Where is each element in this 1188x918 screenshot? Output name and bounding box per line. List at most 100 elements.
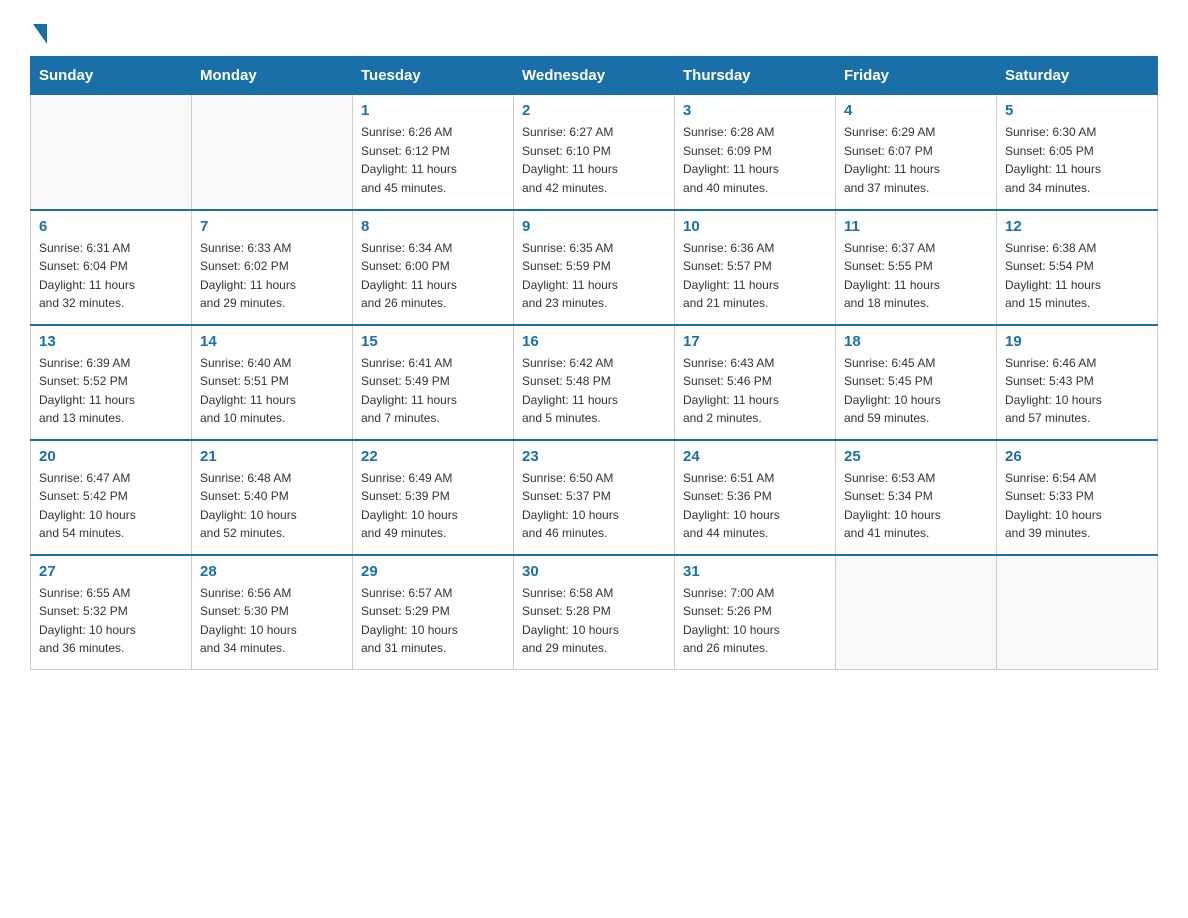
day-number: 30	[522, 563, 666, 580]
calendar-week-row: 6 Sunrise: 6:31 AM Sunset: 6:04 PM Daylig…	[31, 210, 1158, 325]
day-number: 9	[522, 218, 666, 235]
calendar-cell: 11Sunrise: 6:37 AM Sunset: 5:55 PM Dayli…	[836, 210, 997, 325]
day-info: Sunrise: 6:56 AM Sunset: 5:30 PM Dayligh…	[200, 584, 344, 658]
page-header	[30, 20, 1158, 38]
calendar-cell	[997, 555, 1158, 670]
day-number: 27	[39, 563, 183, 580]
day-info: Sunrise: 6:42 AM Sunset: 5:48 PM Dayligh…	[522, 354, 666, 428]
day-info: Sunrise: 6:57 AM Sunset: 5:29 PM Dayligh…	[361, 584, 505, 658]
day-info: Sunrise: 6:45 AM Sunset: 5:45 PM Dayligh…	[844, 354, 988, 428]
calendar-cell: 2Sunrise: 6:27 AM Sunset: 6:10 PM Daylig…	[514, 95, 675, 210]
day-info: Sunrise: 6:50 AM Sunset: 5:37 PM Dayligh…	[522, 469, 666, 543]
calendar-cell: 17 Sunrise: 6:43 AM Sunset: 5:46 PM Dayli…	[675, 325, 836, 440]
calendar-cell: 16 Sunrise: 6:42 AM Sunset: 5:48 PM Dayli…	[514, 325, 675, 440]
calendar-cell: 29 Sunrise: 6:57 AM Sunset: 5:29 PM Dayli…	[353, 555, 514, 670]
calendar-cell: 10Sunrise: 6:36 AM Sunset: 5:57 PM Dayli…	[675, 210, 836, 325]
calendar-cell: 24 Sunrise: 6:51 AM Sunset: 5:36 PM Dayli…	[675, 440, 836, 555]
calendar-cell: 27Sunrise: 6:55 AM Sunset: 5:32 PM Dayli…	[31, 555, 192, 670]
weekday-header: Monday	[192, 57, 353, 95]
day-info: Sunrise: 6:34 AM Sunset: 6:00 PM Dayligh…	[361, 239, 505, 313]
day-number: 17	[683, 333, 827, 350]
day-info: Sunrise: 6:46 AM Sunset: 5:43 PM Dayligh…	[1005, 354, 1149, 428]
day-number: 15	[361, 333, 505, 350]
day-info: Sunrise: 6:53 AM Sunset: 5:34 PM Dayligh…	[844, 469, 988, 543]
day-number: 8	[361, 218, 505, 235]
day-info: Sunrise: 6:30 AM Sunset: 6:05 PM Dayligh…	[1005, 123, 1149, 197]
day-number: 3	[683, 102, 827, 119]
day-info: Sunrise: 6:39 AM Sunset: 5:52 PM Dayligh…	[39, 354, 183, 428]
day-info: Sunrise: 6:29 AM Sunset: 6:07 PM Dayligh…	[844, 123, 988, 197]
day-number: 18	[844, 333, 988, 350]
calendar-table: SundayMondayTuesdayWednesdayThursdayFrid…	[30, 56, 1158, 670]
calendar-cell: 22 Sunrise: 6:49 AM Sunset: 5:39 PM Dayli…	[353, 440, 514, 555]
day-number: 5	[1005, 102, 1149, 119]
calendar-cell: 28 Sunrise: 6:56 AM Sunset: 5:30 PM Dayli…	[192, 555, 353, 670]
calendar-cell: 8 Sunrise: 6:34 AM Sunset: 6:00 PM Daylig…	[353, 210, 514, 325]
weekday-header: Sunday	[31, 57, 192, 95]
day-info: Sunrise: 6:47 AM Sunset: 5:42 PM Dayligh…	[39, 469, 183, 543]
calendar-cell: 31 Sunrise: 7:00 AM Sunset: 5:26 PM Dayli…	[675, 555, 836, 670]
day-number: 10	[683, 218, 827, 235]
calendar-cell: 26 Sunrise: 6:54 AM Sunset: 5:33 PM Dayli…	[997, 440, 1158, 555]
weekday-header: Wednesday	[514, 57, 675, 95]
day-number: 11	[844, 218, 988, 235]
calendar-cell: 3 Sunrise: 6:28 AM Sunset: 6:09 PM Daylig…	[675, 95, 836, 210]
day-info: Sunrise: 6:27 AM Sunset: 6:10 PM Dayligh…	[522, 123, 666, 197]
calendar-cell: 18 Sunrise: 6:45 AM Sunset: 5:45 PM Dayli…	[836, 325, 997, 440]
day-number: 23	[522, 448, 666, 465]
day-info: Sunrise: 6:26 AM Sunset: 6:12 PM Dayligh…	[361, 123, 505, 197]
day-number: 25	[844, 448, 988, 465]
day-number: 7	[200, 218, 344, 235]
calendar-cell: 15 Sunrise: 6:41 AM Sunset: 5:49 PM Dayli…	[353, 325, 514, 440]
day-number: 24	[683, 448, 827, 465]
day-number: 31	[683, 563, 827, 580]
day-number: 14	[200, 333, 344, 350]
day-number: 19	[1005, 333, 1149, 350]
day-number: 21	[200, 448, 344, 465]
day-number: 29	[361, 563, 505, 580]
weekday-header: Tuesday	[353, 57, 514, 95]
day-info: Sunrise: 6:28 AM Sunset: 6:09 PM Dayligh…	[683, 123, 827, 197]
day-info: Sunrise: 6:58 AM Sunset: 5:28 PM Dayligh…	[522, 584, 666, 658]
calendar-week-row: 20Sunrise: 6:47 AM Sunset: 5:42 PM Dayli…	[31, 440, 1158, 555]
day-number: 6	[39, 218, 183, 235]
day-number: 12	[1005, 218, 1149, 235]
calendar-cell: 19 Sunrise: 6:46 AM Sunset: 5:43 PM Dayli…	[997, 325, 1158, 440]
day-info: Sunrise: 6:48 AM Sunset: 5:40 PM Dayligh…	[200, 469, 344, 543]
logo	[30, 20, 47, 38]
day-number: 22	[361, 448, 505, 465]
day-number: 13	[39, 333, 183, 350]
calendar-week-row: 27Sunrise: 6:55 AM Sunset: 5:32 PM Dayli…	[31, 555, 1158, 670]
calendar-cell: 21 Sunrise: 6:48 AM Sunset: 5:40 PM Dayli…	[192, 440, 353, 555]
calendar-cell: 25 Sunrise: 6:53 AM Sunset: 5:34 PM Dayli…	[836, 440, 997, 555]
calendar-cell: 14 Sunrise: 6:40 AM Sunset: 5:51 PM Dayli…	[192, 325, 353, 440]
calendar-cell: 7Sunrise: 6:33 AM Sunset: 6:02 PM Daylig…	[192, 210, 353, 325]
day-info: Sunrise: 6:31 AM Sunset: 6:04 PM Dayligh…	[39, 239, 183, 313]
calendar-cell	[192, 95, 353, 210]
calendar-cell: 6 Sunrise: 6:31 AM Sunset: 6:04 PM Daylig…	[31, 210, 192, 325]
calendar-cell	[836, 555, 997, 670]
day-info: Sunrise: 7:00 AM Sunset: 5:26 PM Dayligh…	[683, 584, 827, 658]
calendar-week-row: 13 Sunrise: 6:39 AM Sunset: 5:52 PM Dayli…	[31, 325, 1158, 440]
day-info: Sunrise: 6:41 AM Sunset: 5:49 PM Dayligh…	[361, 354, 505, 428]
calendar-cell: 9Sunrise: 6:35 AM Sunset: 5:59 PM Daylig…	[514, 210, 675, 325]
day-info: Sunrise: 6:51 AM Sunset: 5:36 PM Dayligh…	[683, 469, 827, 543]
weekday-header: Thursday	[675, 57, 836, 95]
day-info: Sunrise: 6:43 AM Sunset: 5:46 PM Dayligh…	[683, 354, 827, 428]
day-number: 26	[1005, 448, 1149, 465]
day-number: 4	[844, 102, 988, 119]
calendar-cell: 4 Sunrise: 6:29 AM Sunset: 6:07 PM Daylig…	[836, 95, 997, 210]
day-number: 16	[522, 333, 666, 350]
calendar-cell: 30 Sunrise: 6:58 AM Sunset: 5:28 PM Dayli…	[514, 555, 675, 670]
day-info: Sunrise: 6:40 AM Sunset: 5:51 PM Dayligh…	[200, 354, 344, 428]
weekday-header: Saturday	[997, 57, 1158, 95]
day-info: Sunrise: 6:49 AM Sunset: 5:39 PM Dayligh…	[361, 469, 505, 543]
day-info: Sunrise: 6:38 AM Sunset: 5:54 PM Dayligh…	[1005, 239, 1149, 313]
logo-arrow-icon	[33, 24, 47, 44]
calendar-cell: 1Sunrise: 6:26 AM Sunset: 6:12 PM Daylig…	[353, 95, 514, 210]
day-number: 28	[200, 563, 344, 580]
weekday-header: Friday	[836, 57, 997, 95]
day-info: Sunrise: 6:54 AM Sunset: 5:33 PM Dayligh…	[1005, 469, 1149, 543]
weekday-header-row: SundayMondayTuesdayWednesdayThursdayFrid…	[31, 57, 1158, 95]
calendar-week-row: 1Sunrise: 6:26 AM Sunset: 6:12 PM Daylig…	[31, 95, 1158, 210]
